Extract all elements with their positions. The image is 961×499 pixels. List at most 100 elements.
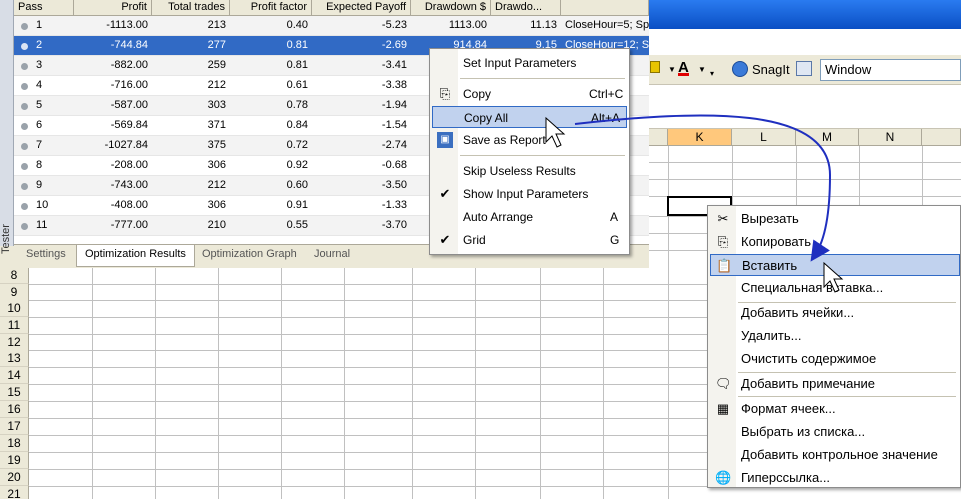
format-cells-icon: ▦: [716, 401, 730, 416]
cell-pf: 0.81: [286, 59, 308, 71]
tab-optimization-results[interactable]: Optimization Results: [76, 245, 195, 267]
cell-trades: 371: [207, 119, 226, 131]
menu-item-copy-all[interactable]: Copy All Alt+A: [432, 106, 627, 128]
cell-trades: 306: [207, 159, 226, 171]
tab-optimization-graph[interactable]: Optimization Graph: [194, 245, 305, 265]
row-header[interactable]: 21: [0, 486, 29, 499]
menu-item-clear-contents[interactable]: Очистить содержимое: [710, 348, 960, 370]
cell-pass: 2: [36, 39, 43, 51]
cell-payoff: -3.50: [381, 179, 407, 191]
row-header[interactable]: 17: [0, 418, 29, 435]
tab-settings[interactable]: Settings: [18, 245, 74, 265]
table-row[interactable]: 1 -1113.00 213 0.40 -5.23 1113.00 11.13 …: [14, 16, 649, 36]
menu-item-copy[interactable]: ⎘ Копировать: [710, 231, 960, 253]
row-header[interactable]: 18: [0, 435, 29, 452]
copy-icon: ⎘: [717, 234, 729, 249]
cell-pf: 0.78: [286, 99, 308, 111]
menu-item-delete[interactable]: Удалить...: [710, 325, 960, 347]
col-pass[interactable]: Pass: [14, 0, 74, 16]
col-drawdown-percent[interactable]: Drawdo...: [491, 0, 561, 16]
col-profit[interactable]: Profit: [74, 0, 152, 16]
column-header-n[interactable]: N: [859, 129, 922, 146]
menu-item-label: Добавить контрольное значение: [741, 447, 938, 462]
col-total-trades[interactable]: Total trades: [152, 0, 230, 16]
menu-item-label: Добавить примечание: [741, 376, 876, 391]
cell-payoff: -1.94: [381, 99, 407, 111]
menu-item-pick-from-list[interactable]: Выбрать из списка...: [710, 421, 960, 443]
dropdown-arrow-icon[interactable]: ▼: [668, 65, 676, 74]
snagit-button[interactable]: SnagIt: [752, 62, 790, 77]
row-header[interactable]: 9: [0, 284, 29, 301]
capture-icon[interactable]: [796, 61, 812, 76]
cell-dd: 1113.00: [448, 19, 487, 31]
menu-item-skip-useless-results[interactable]: Skip Useless Results: [432, 160, 627, 182]
menu-shortcut: A: [610, 210, 619, 224]
cell-pf: 0.61: [286, 79, 308, 91]
column-header-k[interactable]: K: [668, 129, 732, 146]
menu-item-hyperlink[interactable]: 🌐 Гиперссылка...: [710, 467, 960, 489]
menu-separator: [460, 155, 625, 156]
row-header[interactable]: 10: [0, 300, 29, 317]
fill-color-icon[interactable]: [650, 61, 660, 73]
cell-payoff: -2.69: [381, 39, 407, 51]
column-header[interactable]: [648, 129, 668, 146]
cell-profit: -743.00: [110, 179, 148, 191]
menu-item-insert-cells[interactable]: Добавить ячейки...: [710, 302, 960, 324]
row-header[interactable]: 11: [0, 317, 29, 334]
cell-trades: 375: [207, 139, 226, 151]
column-header-l[interactable]: L: [732, 129, 796, 146]
menu-separator: [460, 78, 625, 79]
col-inputs[interactable]: [561, 0, 649, 16]
toolbar-options-icon[interactable]: ▾: [710, 69, 714, 78]
cell-pass: 7: [36, 139, 43, 151]
column-header[interactable]: [922, 129, 961, 146]
row-header[interactable]: 15: [0, 384, 29, 401]
menu-item-show-input-parameters[interactable]: ✔ Show Input Parameters: [432, 183, 627, 205]
status-dot-icon: [21, 183, 28, 190]
menu-item-paste-special[interactable]: Специальная вставка...: [710, 277, 960, 299]
col-drawdown[interactable]: Drawdown $: [411, 0, 491, 16]
cell-pass: 10: [36, 199, 49, 211]
hyperlink-icon: 🌐: [715, 470, 732, 485]
menu-item-format-cells[interactable]: ▦ Формат ячеек...: [710, 398, 960, 420]
tab-journal[interactable]: Journal: [306, 245, 358, 265]
menu-item-cut[interactable]: ✂ Вырезать: [710, 208, 960, 230]
col-profit-factor[interactable]: Profit factor: [230, 0, 312, 16]
cell-pass: 3: [36, 59, 43, 71]
cell-pass: 1: [36, 19, 43, 31]
cell-payoff: -3.38: [381, 79, 407, 91]
font-color-icon[interactable]: A: [678, 59, 689, 76]
menu-item-insert-comment[interactable]: 🗨 Добавить примечание: [710, 373, 960, 395]
status-dot-icon: [21, 63, 28, 70]
menu-item-grid[interactable]: ✔ Grid G: [432, 229, 627, 251]
snagit-icon[interactable]: [732, 61, 748, 77]
row-header[interactable]: 16: [0, 401, 29, 418]
window-dropdown[interactable]: Window: [820, 59, 961, 81]
menu-item-copy[interactable]: ⎘ Copy Ctrl+C: [432, 83, 627, 105]
menu-item-auto-arrange[interactable]: Auto Arrange A: [432, 206, 627, 228]
menu-item-save-as-report[interactable]: ▣ Save as Report: [432, 129, 627, 151]
menu-item-label: Добавить ячейки...: [741, 305, 855, 320]
cell-trades: 212: [207, 79, 226, 91]
cell-pass: 4: [36, 79, 43, 91]
menu-item-paste[interactable]: 📋 Вставить: [710, 254, 960, 276]
row-header[interactable]: 13: [0, 350, 29, 367]
col-expected-payoff[interactable]: Expected Payoff: [312, 0, 411, 16]
cell-pf: 0.81: [286, 39, 308, 51]
row-header[interactable]: 14: [0, 367, 29, 384]
cell-payoff: -1.33: [381, 199, 407, 211]
status-dot-icon: [21, 123, 28, 130]
menu-item-set-input-parameters[interactable]: Set Input Parameters: [432, 52, 627, 74]
column-header-m[interactable]: M: [796, 129, 859, 146]
row-header[interactable]: 8: [0, 267, 29, 284]
cell-profit: -208.00: [110, 159, 148, 171]
row-header[interactable]: 12: [0, 334, 29, 351]
cell-pf: 0.55: [286, 219, 308, 231]
row-header[interactable]: 20: [0, 469, 29, 486]
scissors-icon: ✂: [717, 211, 729, 226]
dropdown-arrow-icon[interactable]: ▼: [698, 65, 706, 74]
cell-trades: 303: [207, 99, 226, 111]
row-header[interactable]: 19: [0, 452, 29, 469]
cell-profit: -1113.00: [106, 19, 148, 31]
menu-item-add-watch[interactable]: Добавить контрольное значение: [710, 444, 960, 466]
